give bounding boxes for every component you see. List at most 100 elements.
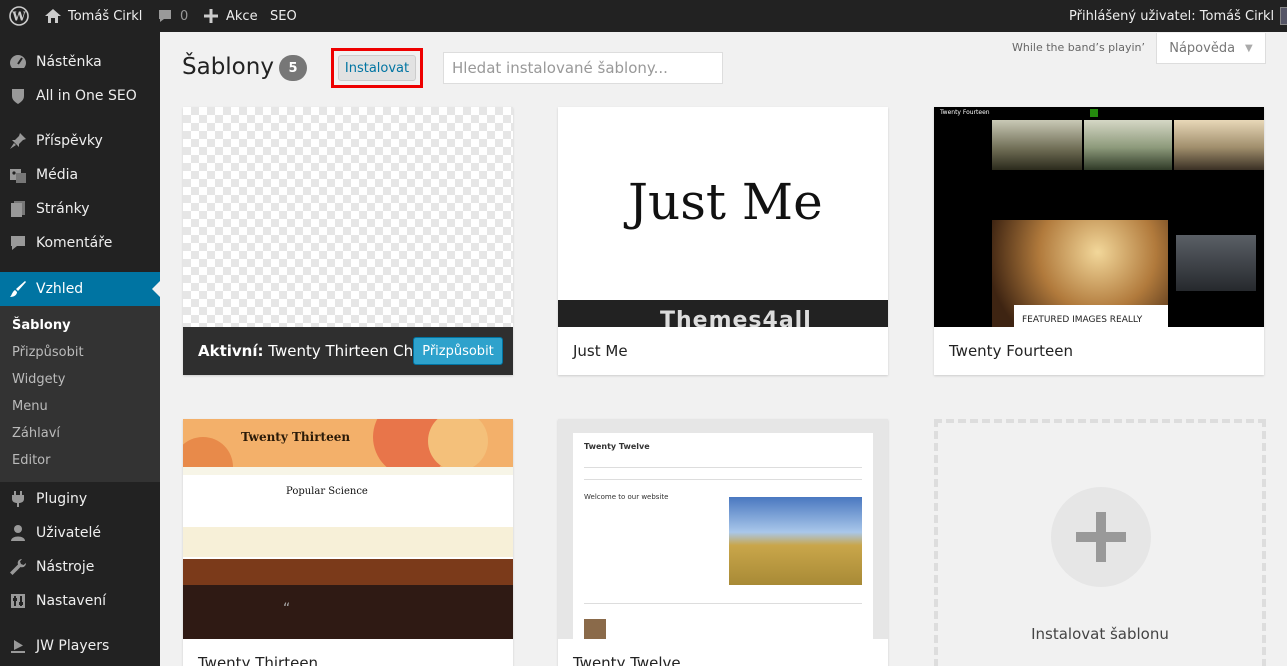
new-content-link[interactable]: Akce — [204, 0, 258, 32]
media-icon — [10, 169, 26, 183]
sidebar-item-seo[interactable]: All in One SEO — [0, 79, 160, 113]
sidebar-item-settings[interactable]: Nastavení — [0, 584, 160, 618]
sidebar-item-pages[interactable]: Stránky — [0, 192, 160, 226]
sidebar-item-jw-players[interactable]: JW Players — [0, 629, 160, 663]
plus-icon — [204, 9, 218, 23]
site-name-link[interactable]: Tomáš Cirkl — [44, 0, 142, 32]
theme-name: Aktivní: Twenty Thirteen Child — [198, 342, 431, 360]
dashboard-icon — [10, 55, 26, 68]
sidebar-item-label: Vzhled — [36, 281, 84, 297]
help-tab[interactable]: Nápověda ▼ — [1156, 33, 1266, 64]
pages-icon — [11, 201, 25, 217]
submenu-widgets[interactable]: Widgety — [12, 372, 65, 387]
theme-screenshot: Twenty Thirteen Popular Science “ — [183, 419, 513, 639]
theme-name: Twenty Fourteen — [934, 327, 1264, 375]
submenu-customize[interactable]: Přizpůsobit — [12, 345, 84, 360]
new-content-label: Akce — [226, 8, 258, 24]
admin-bar: W Tomáš Cirkl 0 Akce SEO Přihlášený uživ… — [0, 0, 1287, 32]
add-theme-label: Instalovat šablonu — [1031, 625, 1169, 643]
plus-icon — [1076, 512, 1126, 562]
theme-screenshot: Twenty Twelve Welcome to our website — [558, 419, 888, 639]
theme-card-active[interactable]: Aktivní: Twenty Thirteen Child Přizpůsob… — [183, 107, 513, 375]
comment-bubble-icon — [159, 10, 171, 22]
sidebar-item-label: Stránky — [36, 201, 90, 217]
appearance-submenu: Šablony Přizpůsobit Widgety Menu Záhlaví… — [0, 306, 160, 482]
theme-search-input[interactable]: Hledat instalované šablony... — [443, 52, 723, 84]
sidebar-item-tools[interactable]: Nástroje — [0, 550, 160, 584]
sidebar-item-plugins[interactable]: Pluginy — [0, 482, 160, 516]
plugin-icon — [12, 491, 24, 507]
preview-heading: Welcome to our website — [584, 493, 669, 501]
wrench-icon — [10, 559, 26, 575]
sidebar-item-posts[interactable]: Příspěvky — [0, 124, 160, 158]
help-label: Nápověda — [1169, 40, 1236, 56]
submenu-themes[interactable]: Šablony — [12, 318, 71, 333]
sidebar-item-label: Příspěvky — [36, 133, 103, 149]
page-title: Šablony — [182, 54, 274, 80]
comments-link[interactable]: 0 — [157, 0, 188, 32]
sidebar-item-media[interactable]: Média — [0, 158, 160, 192]
comments-count: 0 — [180, 8, 189, 24]
theme-card-just-me[interactable]: Just Me Themes4all Just Me — [558, 107, 888, 375]
sidebar-item-label: Nastavení — [36, 593, 107, 609]
sidebar-item-dashboard[interactable]: Nástěnka — [0, 45, 160, 79]
sidebar-item-label: Média — [36, 167, 79, 183]
active-theme-name: Twenty Thirteen Child — [268, 342, 431, 360]
preview-header: Twenty Thirteen — [183, 419, 513, 467]
account-link[interactable]: Přihlášený uživatel: Tomáš Cirkl — [1069, 0, 1287, 32]
home-icon — [45, 9, 61, 23]
preview-title: Just Me — [628, 173, 823, 231]
theme-card-twenty-fourteen[interactable]: Twenty Fourteen FEATURED IMAGES REALLY T… — [934, 107, 1264, 375]
pin-icon — [10, 133, 26, 149]
submenu-header[interactable]: Záhlaví — [12, 426, 60, 441]
sidebar-item-label: Nástěnka — [36, 54, 102, 70]
shield-icon — [12, 89, 24, 104]
greeting: Přihlášený uživatel: Tomáš Cirkl — [1069, 8, 1275, 24]
admin-sidebar: Nástěnka All in One SEO Příspěvky Média … — [0, 32, 160, 666]
install-button[interactable]: Instalovat — [338, 55, 416, 81]
theme-card-twenty-twelve[interactable]: Twenty Twelve Welcome to our website Twe… — [558, 419, 888, 666]
customize-button[interactable]: Přizpůsobit — [413, 337, 503, 365]
theme-count-badge: 5 — [279, 55, 307, 81]
preview-caption-box: FEATURED IMAGES REALLY — [1014, 305, 1168, 327]
preview-title: Twenty Thirteen — [241, 430, 351, 444]
active-theme-bar: Aktivní: Twenty Thirteen Child Přizpůsob… — [183, 327, 513, 375]
sidebar-item-label: Nástroje — [36, 559, 95, 575]
seo-menu-link[interactable]: SEO — [270, 0, 297, 32]
theme-name: Twenty Thirteen — [183, 639, 513, 666]
sidebar-item-appearance[interactable]: Vzhled — [0, 272, 160, 306]
theme-name: Twenty Twelve — [558, 639, 888, 666]
sidebar-item-comments[interactable]: Komentáře — [0, 226, 160, 260]
play-icon — [11, 640, 25, 653]
add-theme-circle — [1051, 487, 1151, 587]
sidebar-item-users[interactable]: Uživatelé — [0, 516, 160, 550]
hello-dolly-lyric: While the band’s playin’ — [1012, 41, 1145, 54]
theme-name: Just Me — [558, 327, 888, 375]
preview-caption: FEATURED IMAGES REALLY — [1022, 315, 1143, 325]
comment-icon — [11, 236, 25, 250]
avatar — [1280, 7, 1287, 25]
add-new-theme-card[interactable]: Instalovat šablonu — [934, 419, 1266, 666]
sidebar-item-label: Komentáře — [36, 235, 113, 251]
current-menu-arrow — [152, 281, 160, 297]
settings-icon — [11, 594, 25, 608]
preview-post-title: Popular Science — [286, 486, 368, 497]
sidebar-item-label: Pluginy — [36, 491, 88, 507]
submenu-menus[interactable]: Menu — [12, 399, 48, 414]
preview-image — [729, 497, 862, 585]
theme-screenshot: Just Me Themes4all — [558, 107, 888, 327]
site-name: Tomáš Cirkl — [68, 8, 143, 24]
theme-screenshot: Twenty Fourteen FEATURED IMAGES REALLY — [934, 107, 1264, 327]
wordpress-logo-icon[interactable]: W — [9, 0, 29, 32]
active-label: Aktivní: — [198, 342, 264, 360]
svg-text:W: W — [11, 10, 26, 24]
preview-banner: Themes4all — [558, 300, 888, 327]
sidebar-item-label: Uživatelé — [36, 525, 101, 541]
chevron-down-icon: ▼ — [1245, 42, 1253, 54]
preview-title: Twenty Fourteen — [940, 109, 990, 116]
theme-card-twenty-thirteen[interactable]: Twenty Thirteen Popular Science “ Twenty… — [183, 419, 513, 666]
preview-banner-text: Themes4all — [660, 308, 812, 327]
preview-title: Twenty Twelve — [584, 442, 650, 451]
submenu-editor[interactable]: Editor — [12, 453, 50, 468]
sidebar-item-label: All in One SEO — [36, 88, 137, 104]
